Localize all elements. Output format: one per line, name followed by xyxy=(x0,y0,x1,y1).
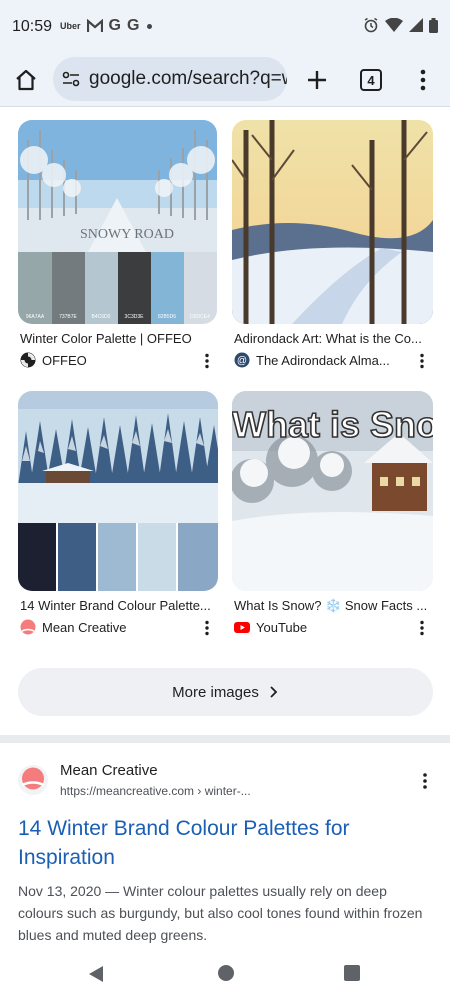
tab-switcher-button[interactable]: 4 xyxy=(360,69,382,91)
wifi-icon xyxy=(385,18,403,32)
adirondack-almanack-icon: @ xyxy=(234,352,250,368)
image-source[interactable]: Mean Creative xyxy=(20,619,127,635)
mean-creative-icon xyxy=(20,619,36,635)
overlay-text-snowy-road: SNOWY ROAD xyxy=(80,227,174,242)
more-notifications-dot-icon xyxy=(147,23,153,29)
image-source[interactable]: OFFEO xyxy=(20,352,87,368)
image-thumbnail[interactable]: What is Snow xyxy=(232,391,433,591)
browser-toolbar: google.com/search?q=w 4 xyxy=(0,54,450,107)
system-navigation-bar xyxy=(0,948,450,1000)
result-title-link[interactable]: 14 Winter Brand Colour Palettes for Insp… xyxy=(18,814,428,872)
image-title[interactable]: Adirondack Art: What is the Co... xyxy=(234,331,432,346)
more-vert-icon[interactable] xyxy=(413,68,433,92)
google-notification-icon: G xyxy=(126,17,140,34)
image-source[interactable]: YouTube xyxy=(234,619,307,635)
google-notification-icon: G xyxy=(108,17,121,34)
image-title[interactable]: 14 Winter Brand Colour Palette... xyxy=(20,598,218,613)
result-url[interactable]: https://meancreative.com › winter-... xyxy=(60,784,251,798)
home-icon xyxy=(16,69,36,91)
what-is-snow-image: What is Snow xyxy=(232,391,433,591)
system-icons xyxy=(363,17,438,33)
winter-brand-palette-image xyxy=(18,391,218,591)
back-icon[interactable] xyxy=(88,965,104,983)
image-source-name: The Adirondack Alma... xyxy=(256,352,390,368)
result-snippet: Nov 13, 2020 — Winter colour palettes us… xyxy=(18,883,423,943)
image-thumbnail[interactable] xyxy=(232,120,433,324)
more-vert-icon[interactable] xyxy=(202,353,212,369)
url-bar[interactable]: google.com/search?q=w xyxy=(53,57,287,101)
more-images-label: More images xyxy=(172,683,259,701)
alarm-icon xyxy=(364,17,378,33)
notification-icons: Uber G G xyxy=(60,17,153,35)
gmail-icon xyxy=(86,19,103,32)
offeo-icon xyxy=(20,352,36,368)
svg-text:737B7E: 737B7E xyxy=(59,314,77,320)
adirondack-painting-image xyxy=(232,120,433,324)
svg-text:3C3D3E: 3C3D3E xyxy=(125,314,145,320)
svg-text:@: @ xyxy=(237,356,247,367)
more-images-button[interactable]: More images xyxy=(18,668,433,716)
more-vert-icon[interactable] xyxy=(420,772,430,790)
status-bar: 10:59 Uber G G xyxy=(0,0,450,54)
chevron-right-icon xyxy=(270,686,278,698)
section-divider xyxy=(0,735,450,743)
recents-icon[interactable] xyxy=(344,965,360,981)
image-source-name: YouTube xyxy=(256,619,308,635)
site-settings-icon[interactable] xyxy=(61,69,81,89)
overlay-text-what-is-snow: What is Snow xyxy=(232,404,433,445)
image-title[interactable]: Winter Color Palette | OFFEO xyxy=(20,331,218,346)
svg-text:D5DCE4: D5DCE4 xyxy=(190,314,210,320)
status-time: 10:59 xyxy=(12,18,53,35)
signal-icon xyxy=(409,18,423,32)
snowy-road-palette-image: SNOWY ROAD 96A7AA 737B7E B4C6D0 3C3D3E 8… xyxy=(18,120,217,324)
home-button[interactable] xyxy=(12,66,40,94)
image-title[interactable]: What Is Snow? ❄️ Snow Facts ... xyxy=(234,598,432,614)
svg-text:96A7AA: 96A7AA xyxy=(26,314,45,320)
mean-creative-favicon[interactable] xyxy=(18,765,48,795)
more-vert-icon[interactable] xyxy=(417,620,427,636)
image-source-name: Mean Creative xyxy=(42,619,127,635)
svg-text:82B5D6: 82B5D6 xyxy=(158,314,176,320)
more-vert-icon[interactable] xyxy=(202,620,212,636)
youtube-icon xyxy=(234,622,250,633)
battery-icon xyxy=(429,17,438,33)
more-vert-icon[interactable] xyxy=(417,353,427,369)
home-nav-icon[interactable] xyxy=(218,965,234,981)
url-text[interactable]: google.com/search?q=w xyxy=(89,68,287,90)
image-source[interactable]: @ The Adirondack Alma... xyxy=(234,352,390,368)
result-site-name[interactable]: Mean Creative xyxy=(60,762,158,779)
image-source-name: OFFEO xyxy=(42,352,87,368)
new-tab-button[interactable] xyxy=(304,67,330,93)
image-thumbnail[interactable] xyxy=(18,391,218,591)
image-thumbnail[interactable]: SNOWY ROAD 96A7AA 737B7E B4C6D0 3C3D3E 8… xyxy=(18,120,217,324)
svg-text:B4C6D0: B4C6D0 xyxy=(92,314,111,320)
uber-notification-icon: Uber xyxy=(60,21,81,31)
